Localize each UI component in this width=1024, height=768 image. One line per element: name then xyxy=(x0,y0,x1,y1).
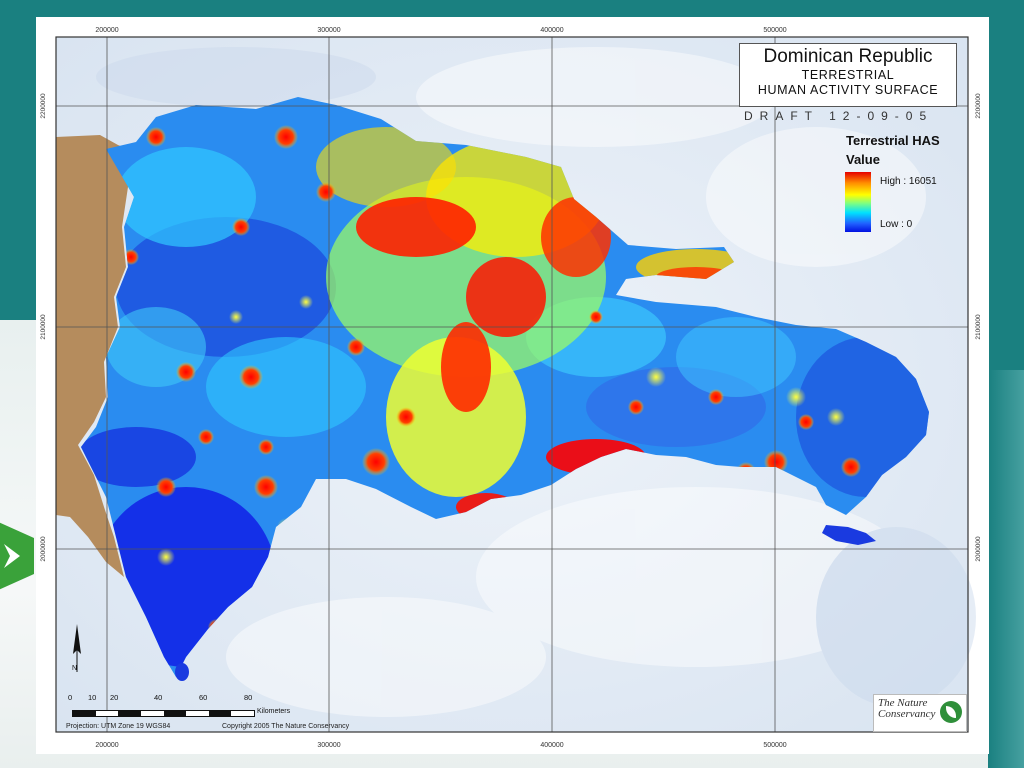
draft-stamp: DRAFT 12-09-05 xyxy=(744,109,934,123)
scale-tick: 40 xyxy=(154,693,163,702)
logo-text: The Nature Conservancy xyxy=(878,697,936,720)
scale-tick: 0 xyxy=(68,693,73,702)
slide-right-fade xyxy=(988,370,1024,768)
y-tick-left: 2000000 xyxy=(40,536,47,562)
legend-title-line1: Terrestrial HAS xyxy=(846,133,940,148)
legend-title-line2: Value xyxy=(846,152,880,167)
x-tick-bottom: 200000 xyxy=(95,742,118,749)
scale-tick: 60 xyxy=(199,693,208,702)
x-tick-top: 200000 xyxy=(95,27,118,34)
y-tick-left: 2100000 xyxy=(40,314,47,340)
map-title-box: Dominican Republic TERRESTRIAL HUMAN ACT… xyxy=(739,43,957,107)
map-subtitle-line2: HUMAN ACTIVITY SURFACE xyxy=(757,83,939,97)
y-tick-right: 2100000 xyxy=(975,314,982,340)
leaf-icon xyxy=(940,701,962,723)
scale-bar-graphic xyxy=(72,710,255,717)
scale-ticks: 0 10 20 40 60 80 xyxy=(66,693,366,703)
scale-tick: 80 xyxy=(244,693,253,702)
x-tick-bottom: 400000 xyxy=(540,742,563,749)
x-tick-top: 300000 xyxy=(317,27,340,34)
hexagon-decoration-icon xyxy=(0,522,34,590)
legend-low-label: Low : 0 xyxy=(880,219,913,230)
legend-color-ramp xyxy=(845,172,871,232)
scale-tick: 10 xyxy=(88,693,97,702)
x-tick-top: 400000 xyxy=(540,27,563,34)
north-arrow-icon: N xyxy=(72,624,81,672)
x-tick-top: 500000 xyxy=(763,27,786,34)
map-frame: 200000 300000 400000 500000 200000 30000… xyxy=(36,17,989,754)
x-tick-bottom: 500000 xyxy=(763,742,786,749)
y-tick-left: 2200000 xyxy=(40,93,47,119)
map-subtitle-line1: TERRESTRIAL xyxy=(801,68,895,82)
scale-tick: 20 xyxy=(110,693,119,702)
x-tick-bottom: 300000 xyxy=(317,742,340,749)
legend-title: Terrestrial HAS Value xyxy=(846,131,940,169)
y-tick-right: 2000000 xyxy=(975,536,982,562)
scale-unit: Kilometers xyxy=(257,708,291,715)
projection-note: Projection: UTM Zone 19 WGS84 xyxy=(66,723,171,730)
copyright-note: Copyright 2005 The Nature Conservancy xyxy=(222,723,350,730)
legend-high-label: High : 16051 xyxy=(880,176,937,187)
north-label: N xyxy=(72,665,77,672)
map-title: Dominican Republic xyxy=(763,46,933,67)
graticule-labels: 200000 300000 400000 500000 200000 30000… xyxy=(40,27,982,749)
tnc-logo: The Nature Conservancy xyxy=(873,694,967,732)
